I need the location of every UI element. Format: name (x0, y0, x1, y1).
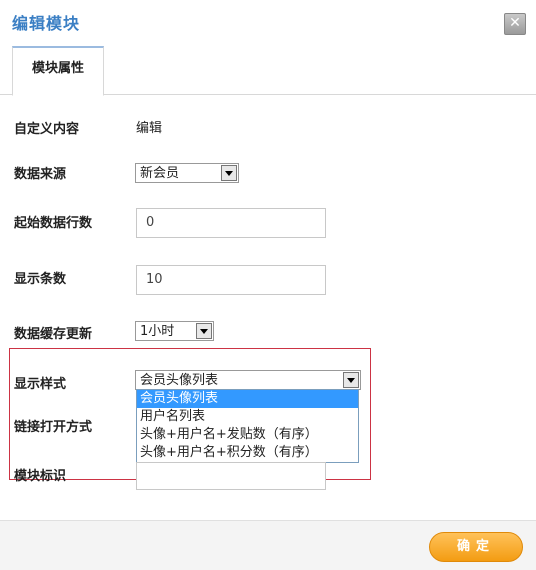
start-row-input[interactable]: 0 (136, 208, 326, 238)
display-style-select[interactable]: 会员头像列表 (135, 370, 361, 390)
tab-module-properties[interactable]: 模块属性 (12, 46, 104, 96)
module-id-label: 模块标识 (14, 469, 67, 484)
link-open-mode-label: 链接打开方式 (14, 420, 93, 435)
chevron-down-icon[interactable] (343, 372, 359, 388)
chevron-down-icon[interactable] (196, 323, 212, 339)
display-style-label: 显示样式 (14, 377, 67, 392)
edit-module-dialog: 编辑模块 ✕ 模块属性 自定义内容 编辑 数据来源 新会员 起始数据行数 0 显… (0, 0, 536, 570)
data-source-select[interactable]: 新会员 (135, 163, 239, 183)
display-count-input[interactable]: 10 (136, 265, 326, 295)
data-source-selected-value: 新会员 (140, 166, 180, 181)
dropdown-option[interactable]: 用户名列表 (137, 408, 358, 426)
display-style-selected-value: 会员头像列表 (140, 373, 219, 388)
dropdown-option[interactable]: 头像+用户名+积分数（有序） (137, 444, 358, 462)
custom-content-edit-link[interactable]: 编辑 (136, 117, 162, 136)
dialog-title: 编辑模块 (12, 14, 81, 33)
dropdown-option[interactable]: 会员头像列表 (137, 390, 358, 408)
confirm-button[interactable]: 确定 (429, 532, 523, 562)
tab-bar: 模块属性 (0, 46, 536, 96)
cache-update-selected-value: 1小时 (140, 324, 175, 339)
close-icon[interactable]: ✕ (504, 13, 526, 35)
dropdown-option[interactable]: 头像+用户名+发贴数（有序） (137, 426, 358, 444)
dialog-footer: 确定 (0, 520, 536, 570)
module-id-input[interactable] (136, 462, 326, 490)
custom-content-label: 自定义内容 (14, 122, 80, 137)
display-count-label: 显示条数 (14, 272, 67, 287)
chevron-down-icon[interactable] (221, 165, 237, 181)
cache-update-label: 数据缓存更新 (14, 327, 93, 342)
cache-update-select[interactable]: 1小时 (135, 321, 214, 341)
display-style-dropdown-list: 会员头像列表 用户名列表 头像+用户名+发贴数（有序） 头像+用户名+积分数（有… (136, 389, 359, 463)
data-source-label: 数据来源 (14, 167, 67, 182)
dialog-titlebar: 编辑模块 ✕ (0, 0, 536, 46)
start-row-label: 起始数据行数 (14, 216, 93, 231)
